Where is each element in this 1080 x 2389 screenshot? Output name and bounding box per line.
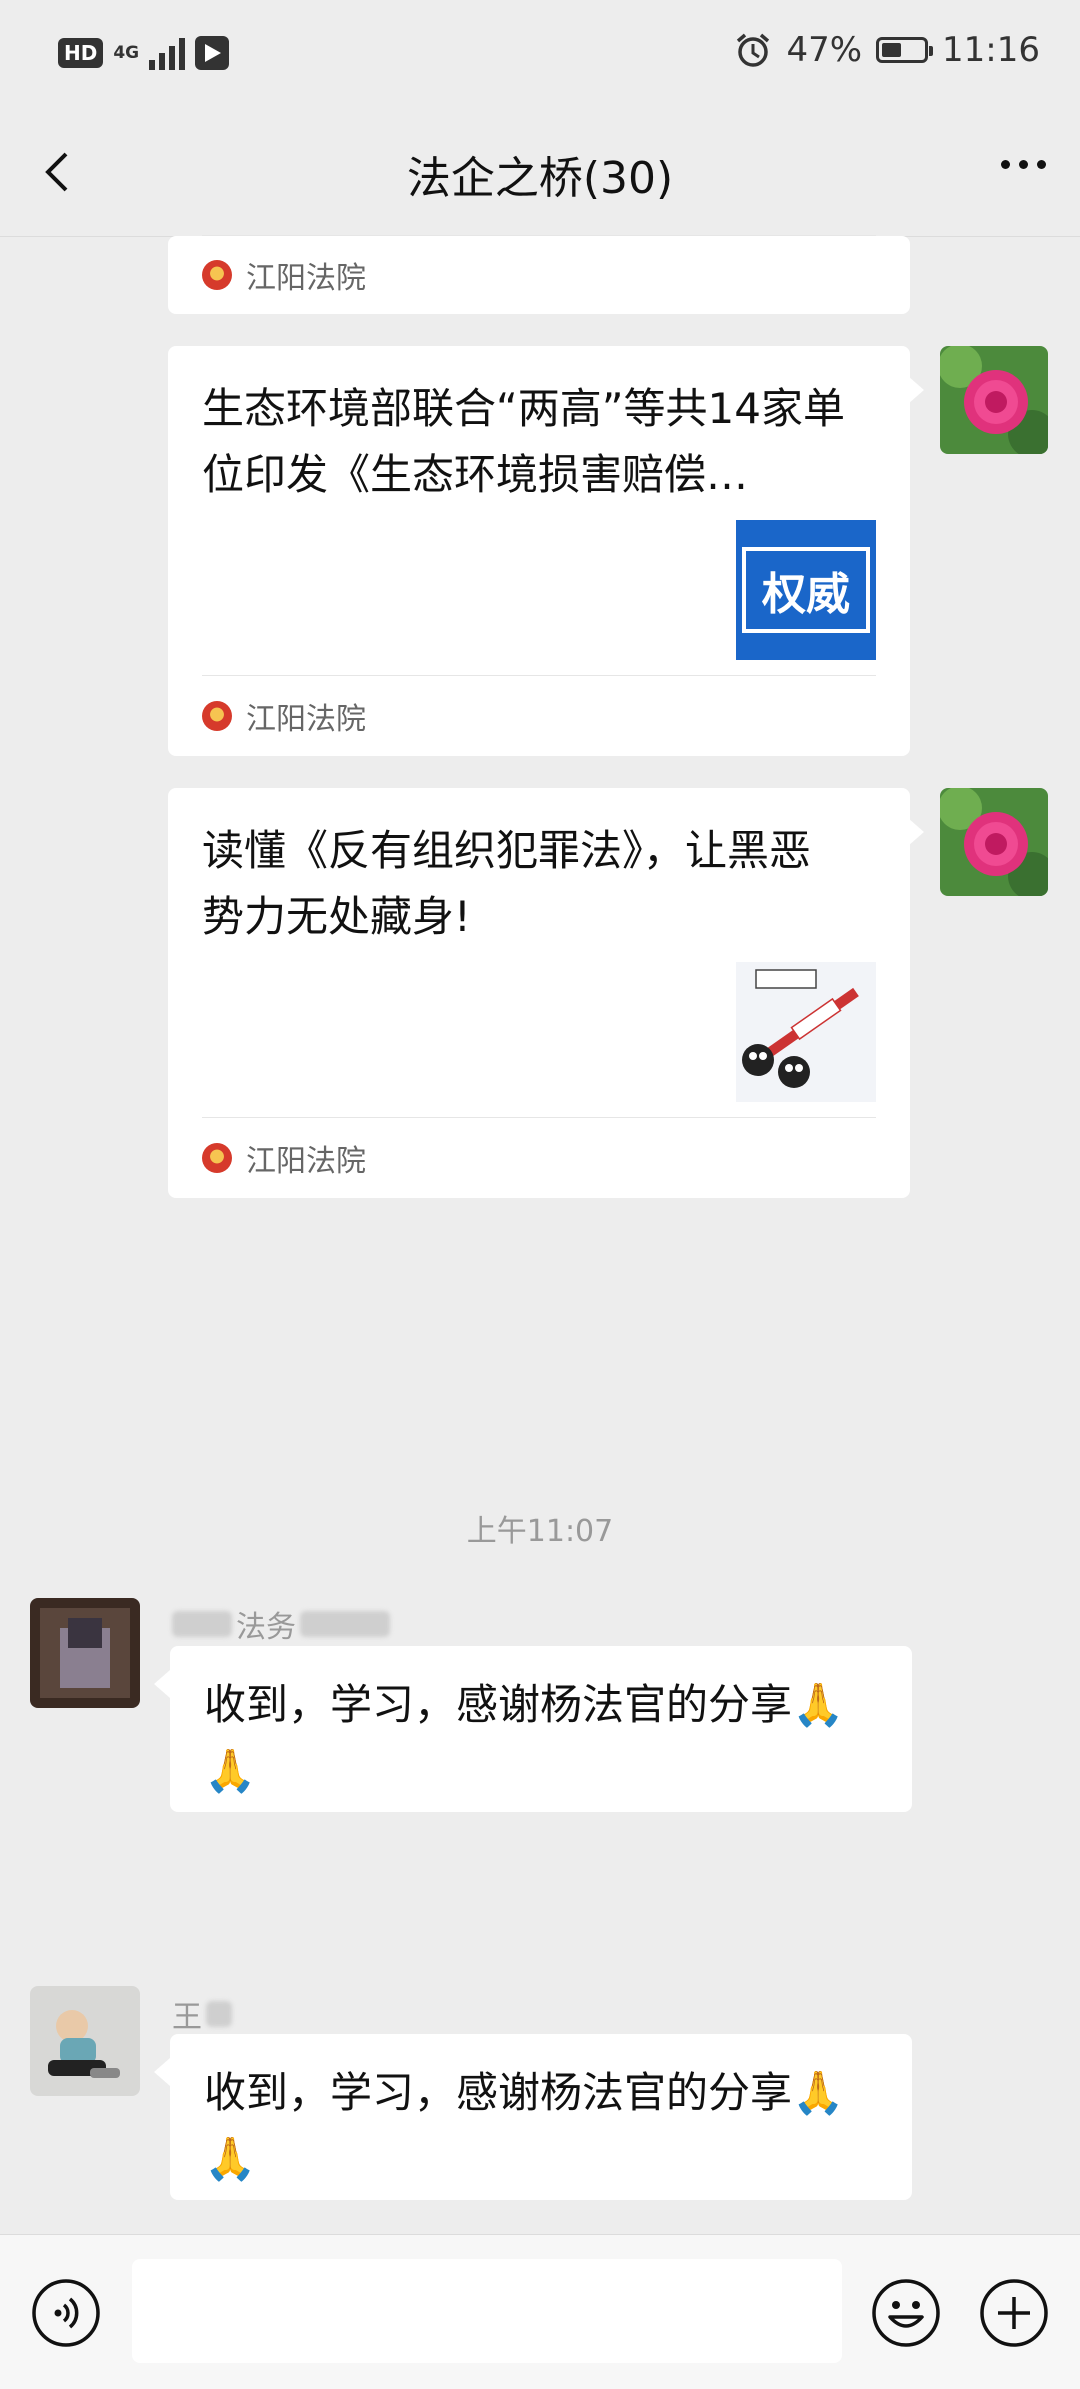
court-emblem-icon — [202, 701, 232, 731]
bubble-tail — [154, 1670, 170, 1698]
source-name: 江阳法院 — [246, 1144, 366, 1179]
message-bubble[interactable]: 收到，学习，感谢杨法官的分享🙏🙏 — [170, 1646, 912, 1812]
sender-name: 法务 — [172, 1602, 390, 1646]
avatar[interactable] — [940, 346, 1048, 454]
emoji-icon[interactable] — [870, 2277, 942, 2349]
chat-title: 法企之桥(30) — [406, 153, 674, 204]
avatar[interactable] — [940, 788, 1048, 896]
sender-name: 王 — [172, 1992, 232, 2036]
status-bar: HD 4G 47% 11:16 — [0, 0, 1080, 110]
card-source: 江阳法院 — [202, 675, 876, 756]
source-name: 江阳法院 — [246, 702, 366, 737]
signal-icon — [149, 36, 186, 70]
message-text: 收到，学习，感谢杨法官的分享 — [204, 2068, 793, 2117]
source-name: 江阳法院 — [246, 261, 366, 296]
avatar[interactable] — [30, 1598, 140, 1708]
more-options-icon[interactable] — [1001, 160, 1046, 169]
thumb-label: 权威 — [742, 547, 870, 633]
plus-icon[interactable] — [978, 2277, 1050, 2349]
battery-percent: 47% — [786, 30, 863, 70]
hd-badge: HD — [58, 38, 104, 68]
link-card[interactable]: 生态环境部联合“两高”等共14家单位印发《生态环境损害赔偿… 权威 江阳法院 — [168, 346, 910, 756]
card-thumbnail: 权威 — [736, 520, 876, 660]
court-emblem-icon — [202, 260, 232, 290]
card-source: 江阳法院 — [202, 235, 876, 314]
message-text: 收到，学习，感谢杨法官的分享 — [204, 1680, 793, 1729]
nfc-icon — [195, 36, 230, 70]
network-type: 4G — [113, 43, 140, 63]
chat-header: 法企之桥(30) — [0, 110, 1080, 237]
input-bar — [0, 2234, 1080, 2389]
avatar[interactable] — [30, 1986, 140, 2096]
bubble-tail — [908, 376, 924, 404]
message-input[interactable] — [132, 2259, 842, 2363]
bubble-tail — [908, 818, 924, 846]
card-source: 江阳法院 — [202, 1117, 876, 1198]
link-card-partial[interactable]: 江阳法院 — [168, 235, 910, 314]
link-card[interactable]: 读懂《反有组织犯罪法》，让黑恶势力无处藏身! 江阳法院 — [168, 788, 910, 1198]
voice-icon[interactable] — [30, 2277, 102, 2349]
card-thumbnail — [736, 962, 876, 1102]
card-title: 生态环境部联合“两高”等共14家单位印发《生态环境损害赔偿… — [202, 384, 845, 499]
battery-icon — [876, 37, 934, 63]
alarm-icon — [737, 33, 770, 67]
message-bubble[interactable]: 收到，学习，感谢杨法官的分享🙏🙏 — [170, 2034, 912, 2200]
bubble-tail — [154, 2058, 170, 2086]
card-title: 读懂《反有组织犯罪法》，让黑恶势力无处藏身! — [202, 826, 812, 941]
court-emblem-icon — [202, 1143, 232, 1173]
time-separator: 上午11:07 — [466, 1514, 614, 1549]
clock: 11:16 — [942, 30, 1040, 70]
